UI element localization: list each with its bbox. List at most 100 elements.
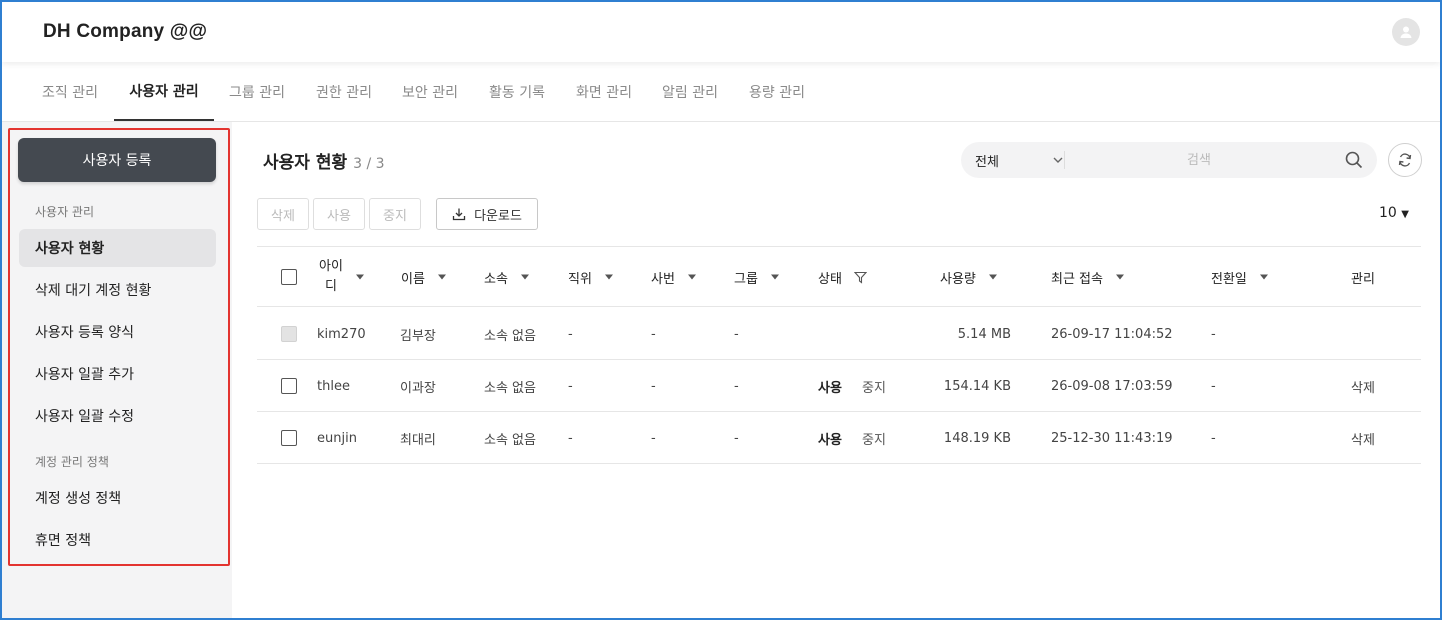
table-row[interactable]: kim270 김부장 소속 없음 - - - 5.14 MB 26-09-17 …	[257, 308, 1421, 360]
header-last-access-label: 최근 접속	[1051, 271, 1103, 287]
download-label: 다운로드	[474, 208, 522, 224]
tab-security[interactable]: 보안 관리	[402, 62, 458, 121]
cell-usage: 148.19 KB	[943, 430, 1011, 446]
sidebar-item-account-policy[interactable]: 계정 생성 정책	[19, 479, 216, 517]
select-all-checkbox[interactable]	[281, 269, 297, 285]
sort-down-icon	[770, 274, 779, 280]
sidebar-section-policy: 계정 관리 정책	[35, 455, 109, 469]
header-dept[interactable]: 소속	[484, 247, 530, 307]
cell-last-access: 26-09-17 11:04:52	[1051, 326, 1173, 342]
status-enable-toggle[interactable]: 사용	[818, 360, 842, 412]
cell-dept: 소속 없음	[484, 380, 536, 396]
top-header: DH Company @@	[2, 2, 1440, 62]
cell-dept: 소속 없음	[484, 328, 536, 344]
filter-icon[interactable]	[853, 271, 867, 284]
delete-button[interactable]: 삭제	[257, 198, 309, 230]
tab-org[interactable]: 조직 관리	[42, 62, 98, 121]
tab-users[interactable]: 사용자 관리	[114, 62, 214, 121]
header-position-label: 직위	[568, 271, 592, 287]
cell-group: -	[734, 326, 739, 342]
tab-screen[interactable]: 화면 관리	[576, 62, 632, 121]
header-last-access[interactable]: 최근 접속	[1051, 247, 1125, 307]
header-name[interactable]: 이름	[401, 247, 447, 307]
header-usage[interactable]: 사용량	[940, 247, 998, 307]
cell-name: 최대리	[400, 432, 436, 448]
cell-name: 김부장	[400, 328, 436, 344]
cell-name: 이과장	[400, 380, 436, 396]
register-user-button[interactable]: 사용자 등록	[18, 138, 216, 182]
suspend-button[interactable]: 중지	[369, 198, 421, 230]
sort-down-icon	[437, 274, 446, 280]
row-checkbox[interactable]	[281, 430, 297, 446]
sort-down-icon	[1115, 274, 1124, 280]
search-input[interactable]	[1069, 142, 1329, 178]
header-usage-label: 사용량	[940, 271, 976, 287]
sort-down-icon	[520, 274, 529, 280]
refresh-icon	[1398, 153, 1412, 167]
status-enable-toggle[interactable]: 사용	[818, 412, 842, 464]
sidebar-item-registration-form[interactable]: 사용자 등록 양식	[19, 313, 216, 351]
cell-usage: 154.14 KB	[943, 378, 1011, 394]
page-title-text: 사용자 현황	[263, 153, 348, 173]
header-id[interactable]: 아이 디	[319, 247, 365, 307]
cell-empno: -	[651, 326, 656, 342]
sidebar-item-dormant-policy[interactable]: 휴면 정책	[19, 521, 216, 559]
cell-last-access: 26-09-08 17:03:59	[1051, 378, 1173, 394]
sidebar-item-user-status[interactable]: 사용자 현황	[19, 229, 216, 267]
avatar[interactable]	[1392, 18, 1420, 46]
search-icon[interactable]	[1345, 151, 1363, 169]
sidebar-section-users: 사용자 관리	[35, 205, 95, 219]
header-id-line2: 디	[324, 279, 337, 294]
table-row[interactable]: eunjin 최대리 소속 없음 - - - 사용 중지 148.19 KB 2…	[257, 412, 1421, 464]
chevron-down-icon	[1053, 157, 1063, 163]
cell-position: -	[568, 430, 573, 446]
cell-converted: -	[1211, 430, 1216, 446]
page-title: 사용자 현황 3 / 3	[263, 148, 385, 173]
row-delete-link[interactable]: 삭제	[1351, 412, 1375, 464]
cell-position: -	[568, 326, 573, 342]
user-icon	[1400, 26, 1412, 38]
cell-empno: -	[651, 378, 656, 394]
sort-down-icon	[687, 274, 696, 280]
download-icon	[452, 208, 466, 221]
download-button[interactable]: 다운로드	[436, 198, 538, 230]
refresh-button[interactable]	[1388, 143, 1422, 177]
sidebar-item-pending-deletion[interactable]: 삭제 대기 계정 현황	[19, 271, 216, 309]
table-row[interactable]: thlee 이과장 소속 없음 - - - 사용 중지 154.14 KB 26…	[257, 360, 1421, 412]
status-suspend-toggle[interactable]: 중지	[862, 360, 886, 412]
header-converted[interactable]: 전환일	[1211, 247, 1269, 307]
sidebar-item-bulk-edit[interactable]: 사용자 일괄 수정	[19, 397, 216, 435]
search-scope-select[interactable]: 전체	[975, 142, 1065, 178]
cell-converted: -	[1211, 378, 1216, 394]
tab-activity[interactable]: 활동 기록	[489, 62, 545, 121]
cell-position: -	[568, 378, 573, 394]
header-converted-label: 전환일	[1211, 271, 1247, 287]
sidebar-item-bulk-add[interactable]: 사용자 일괄 추가	[19, 355, 216, 393]
row-checkbox[interactable]	[281, 378, 297, 394]
company-name: DH Company @@	[43, 21, 208, 42]
enable-button[interactable]: 사용	[313, 198, 365, 230]
header-empno[interactable]: 사번	[651, 247, 697, 307]
header-status[interactable]: 상태	[818, 247, 867, 307]
header-dept-label: 소속	[484, 271, 508, 287]
cell-empno: -	[651, 430, 656, 446]
page-size-value: 10	[1379, 205, 1397, 221]
header-empno-label: 사번	[651, 271, 675, 287]
page-size-select[interactable]: 10 ▼	[1379, 205, 1409, 221]
header-id-line1: 아이	[319, 259, 343, 274]
tab-groups[interactable]: 그룹 관리	[229, 62, 285, 121]
user-count: 3 / 3	[353, 156, 385, 172]
cell-id: thlee	[317, 378, 350, 394]
row-delete-link[interactable]: 삭제	[1351, 360, 1375, 412]
tab-storage[interactable]: 용량 관리	[749, 62, 805, 121]
sidebar: 사용자 등록 사용자 관리 사용자 현황 삭제 대기 계정 현황 사용자 등록 …	[2, 122, 232, 618]
tab-notifications[interactable]: 알림 관리	[662, 62, 718, 121]
header-group[interactable]: 그룹	[734, 247, 780, 307]
header-group-label: 그룹	[734, 271, 758, 287]
header-position[interactable]: 직위	[568, 247, 614, 307]
main-tabs: 조직 관리 사용자 관리 그룹 관리 권한 관리 보안 관리 활동 기록 화면 …	[2, 62, 1440, 122]
status-suspend-toggle[interactable]: 중지	[862, 412, 886, 464]
header-status-label: 상태	[818, 271, 842, 287]
tab-permissions[interactable]: 권한 관리	[316, 62, 372, 121]
cell-id: eunjin	[317, 430, 357, 446]
